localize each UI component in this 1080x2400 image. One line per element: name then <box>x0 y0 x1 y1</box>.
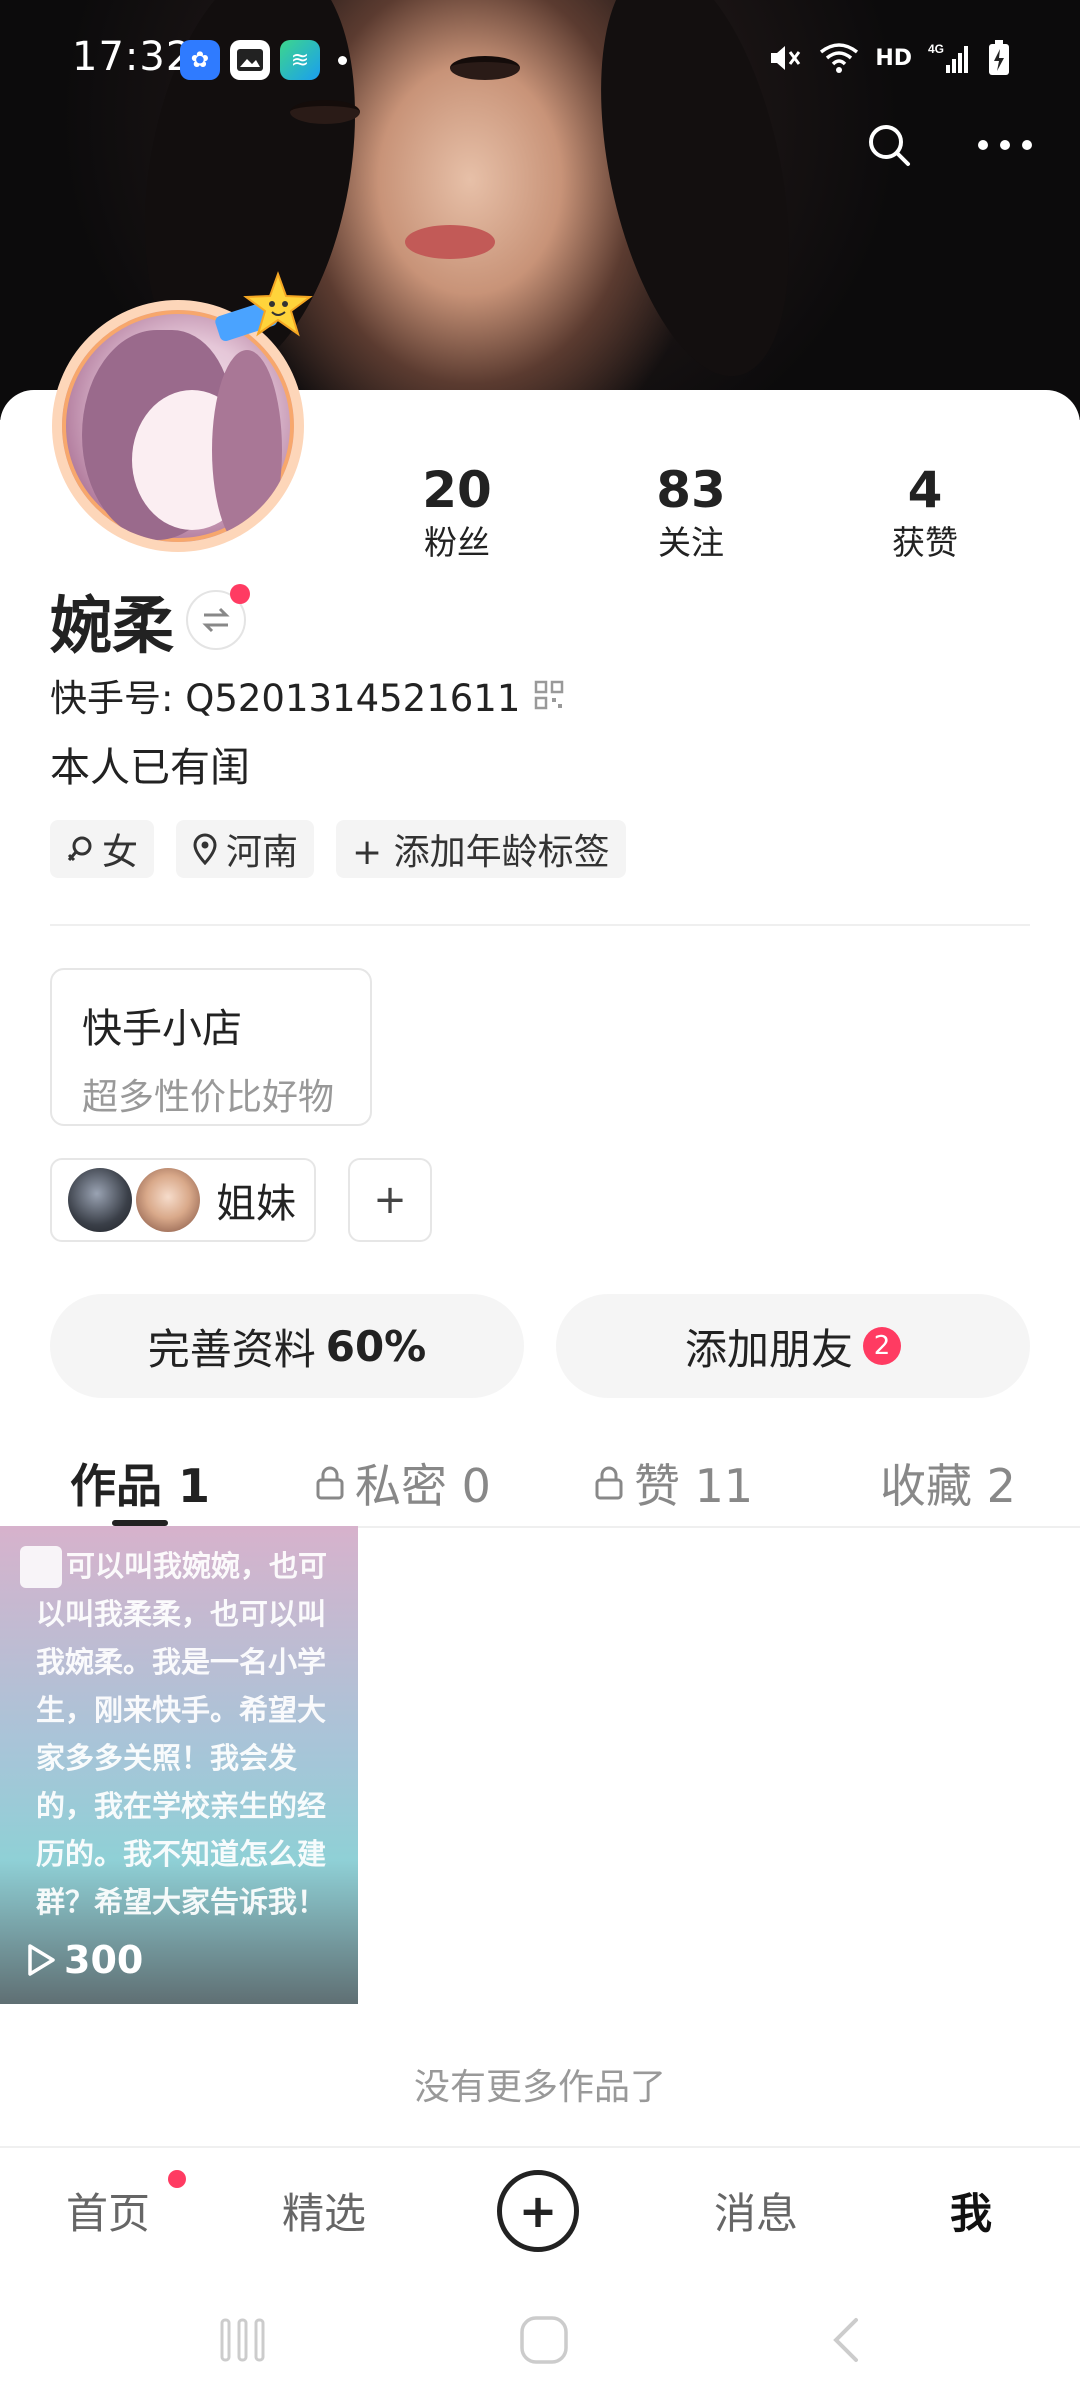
stat-following-label: 关注 <box>658 523 724 562</box>
nav-messages[interactable]: 消息 <box>714 2180 798 2241</box>
group-label: 姐妹 <box>216 1181 296 1227</box>
nav-create-button[interactable]: + <box>497 2170 579 2252</box>
add-friends-badge: 2 <box>863 1327 901 1365</box>
tag-add-age-label: + 添加年龄标签 <box>352 832 610 873</box>
home-button-icon[interactable] <box>518 2316 570 2364</box>
work-play-count: 300 <box>26 1938 143 1982</box>
lock-icon <box>595 1466 623 1500</box>
stat-following-value: 83 <box>656 461 726 519</box>
hd-label: HD <box>875 45 912 71</box>
tab-works-label: 作品 1 <box>70 1459 211 1513</box>
kuaishou-id: 快手号: Q5201314521611 <box>50 677 521 720</box>
stat-following[interactable]: 83 关注 <box>621 460 761 566</box>
profile-avatar[interactable] <box>46 270 313 560</box>
switch-account-dot <box>230 584 251 604</box>
battery-icon <box>989 40 1009 75</box>
play-icon <box>28 1944 55 1976</box>
tag-gender[interactable]: 女 <box>50 820 155 878</box>
stat-likes-label: 获赞 <box>892 523 958 562</box>
work-play-count-value: 300 <box>64 1938 144 1982</box>
work-thumbnail[interactable]: 可以叫我婉婉，也可以叫我柔柔，也可以叫我婉柔。我是一名小学生，刚来快手。希望大家… <box>0 1526 358 2004</box>
system-navigation-bar <box>0 2272 1080 2400</box>
kuaishou-shop-card[interactable]: 快手小店 超多性价比好物 <box>50 968 372 1126</box>
status-bar: 17:32 ✿ ≋ HD 4G <box>0 0 1080 120</box>
kuaishou-id-row[interactable]: 快手号: Q5201314521611 <box>50 668 564 722</box>
action-pills: 完善资料 60% 添加朋友 2 <box>50 1294 1030 1398</box>
stat-fans-label: 粉丝 <box>424 523 490 562</box>
tab-works[interactable]: 作品 1 <box>70 1438 210 1528</box>
tab-private[interactable]: 私密 0 <box>315 1438 491 1528</box>
gallery-icon <box>230 40 270 80</box>
profile-tags: 女 河南 + 添加年龄标签 <box>50 820 626 878</box>
shop-title: 快手小店 <box>82 1006 242 1052</box>
qr-code-icon[interactable] <box>534 680 564 710</box>
avatar-star-badge-icon <box>215 271 313 342</box>
tab-favorites[interactable]: 收藏 2 <box>880 1438 1016 1528</box>
search-button[interactable] <box>854 110 924 180</box>
no-more-works: 没有更多作品了 <box>413 2067 666 2108</box>
more-button[interactable] <box>970 110 1040 180</box>
nav-home[interactable]: 首页 <box>66 2180 150 2241</box>
tab-private-label: 私密 0 <box>355 1459 491 1513</box>
tag-location-label: 河南 <box>226 832 299 873</box>
tag-add-age[interactable]: + 添加年龄标签 <box>336 820 626 878</box>
search-icon <box>869 125 910 166</box>
work-caption: 可以叫我婉婉，也可以叫我柔柔，也可以叫我婉柔。我是一名小学生，刚来快手。希望大家… <box>36 1549 328 1919</box>
nav-me[interactable]: 我 <box>950 2180 992 2241</box>
tag-location[interactable]: 河南 <box>176 820 315 878</box>
complete-profile-percent: 60% <box>325 1321 427 1371</box>
tab-likes[interactable]: 赞 11 <box>594 1438 753 1528</box>
stat-fans-value: 20 <box>422 461 492 519</box>
shop-subtitle: 超多性价比好物 <box>82 1077 335 1118</box>
avatar-hair-side <box>212 350 282 542</box>
bottom-nav: 首页 精选 + 消息 我 <box>0 2146 1080 2272</box>
profile-card: 20 粉丝 83 关注 4 获赞 婉柔 快手号: Q5201314521611 … <box>0 390 1080 2400</box>
back-icon[interactable] <box>826 2316 866 2364</box>
stat-likes[interactable]: 4 获赞 <box>855 460 995 566</box>
nav-home-dot <box>168 2170 186 2188</box>
signal-icon: 4G <box>928 42 968 73</box>
mute-icon <box>771 46 801 70</box>
tab-likes-label: 赞 11 <box>634 1459 754 1513</box>
tab-favorites-label: 收藏 2 <box>880 1459 1016 1513</box>
svg-text:4G: 4G <box>928 42 944 56</box>
sisters-group[interactable]: 姐妹 <box>50 1158 316 1242</box>
stat-likes-value: 4 <box>907 461 943 519</box>
cover-lips <box>405 225 495 259</box>
swap-icon <box>202 607 230 633</box>
tag-gender-label: 女 <box>102 832 139 873</box>
location-pin-icon <box>193 833 217 865</box>
wifi-app-icon: ≋ <box>280 40 320 80</box>
group-row: 姐妹 + <box>50 1158 432 1242</box>
more-notifications-dot <box>338 55 347 65</box>
group-member-avatar <box>68 1168 132 1232</box>
recent-apps-icon[interactable] <box>218 2316 268 2364</box>
profile-bio[interactable]: 本人已有闺 <box>50 735 250 793</box>
complete-profile-label: 完善资料 <box>147 1324 316 1374</box>
baidu-icon: ✿ <box>180 40 220 80</box>
switch-account-button[interactable] <box>186 584 251 650</box>
top-actions <box>854 110 1040 180</box>
more-dots-icon <box>978 140 1032 150</box>
status-right-icons: HD 4G <box>767 40 1010 76</box>
gender-icon <box>67 836 92 862</box>
lock-icon <box>316 1466 344 1500</box>
status-time: 17:32 <box>72 34 193 80</box>
add-friends-label: 添加朋友 <box>684 1324 853 1374</box>
stat-fans[interactable]: 20 粉丝 <box>387 460 527 566</box>
nav-featured[interactable]: 精选 <box>282 2180 366 2241</box>
complete-profile-button[interactable]: 完善资料 60% <box>50 1294 524 1398</box>
group-member-avatar <box>136 1168 200 1232</box>
name-row: 婉柔 <box>50 575 251 665</box>
wifi-icon <box>820 43 859 73</box>
add-friends-button[interactable]: 添加朋友 2 <box>556 1294 1030 1398</box>
add-group-button[interactable]: + <box>348 1158 432 1242</box>
profile-name: 婉柔 <box>50 589 175 662</box>
section-divider <box>50 924 1030 926</box>
status-notification-icons: ✿ ≋ <box>180 40 347 80</box>
content-tabs: 作品 1 私密 0 赞 11 收藏 2 <box>0 1438 1080 1528</box>
